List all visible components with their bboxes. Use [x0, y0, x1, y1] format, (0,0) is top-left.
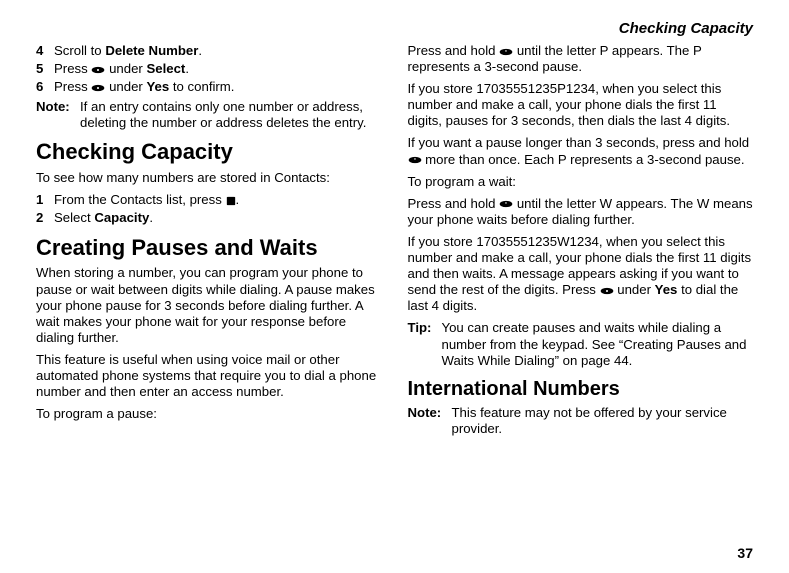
- star-key-icon: *: [408, 155, 422, 165]
- step-4: 4Scroll to Delete Number.: [36, 43, 382, 59]
- softkey-icon: [600, 286, 614, 296]
- step-5: 5Press under Select.: [36, 61, 382, 77]
- menu-key-icon: [226, 196, 236, 206]
- heading-international: International Numbers: [408, 377, 754, 401]
- indent-pause: Press and hold * until the letter P appe…: [408, 43, 754, 75]
- step-2: 2Select Capacity.: [36, 210, 382, 226]
- para: If you store 17035551235W1234, when you …: [408, 234, 754, 314]
- para: To see how many numbers are stored in Co…: [36, 170, 382, 186]
- steps-delete: 4Scroll to Delete Number. 5Press under S…: [36, 43, 382, 95]
- star-key-icon: *: [499, 47, 513, 57]
- page-number: 37: [737, 545, 753, 561]
- heading-checking-capacity: Checking Capacity: [36, 139, 382, 166]
- para: To program a pause:: [36, 406, 382, 422]
- indent-wait: Press and hold * until the letter W appe…: [408, 196, 754, 228]
- step-6: 6Press under Yes to confirm.: [36, 79, 382, 95]
- para: To program a wait:: [408, 174, 754, 190]
- steps-capacity: 1From the Contacts list, press . 2Select…: [36, 192, 382, 226]
- star-key-icon: *: [499, 199, 513, 209]
- para: When storing a number, you can program y…: [36, 265, 382, 345]
- body-columns: 4Scroll to Delete Number. 5Press under S…: [36, 43, 753, 437]
- softkey-icon: [91, 83, 105, 93]
- para: If you store 17035551235P1234, when you …: [408, 81, 754, 129]
- para: This feature is useful when using voice …: [36, 352, 382, 400]
- note-delete: Note:If an entry contains only one numbe…: [36, 99, 382, 131]
- softkey-icon: [91, 65, 105, 75]
- note-intl: Note:This feature may not be offered by …: [408, 405, 754, 437]
- page-header: Checking Capacity: [36, 20, 753, 37]
- heading-pauses-waits: Creating Pauses and Waits: [36, 235, 382, 262]
- para: If you want a pause longer than 3 second…: [408, 135, 754, 167]
- tip: Tip:You can create pauses and waits whil…: [408, 320, 754, 368]
- step-1: 1From the Contacts list, press .: [36, 192, 382, 208]
